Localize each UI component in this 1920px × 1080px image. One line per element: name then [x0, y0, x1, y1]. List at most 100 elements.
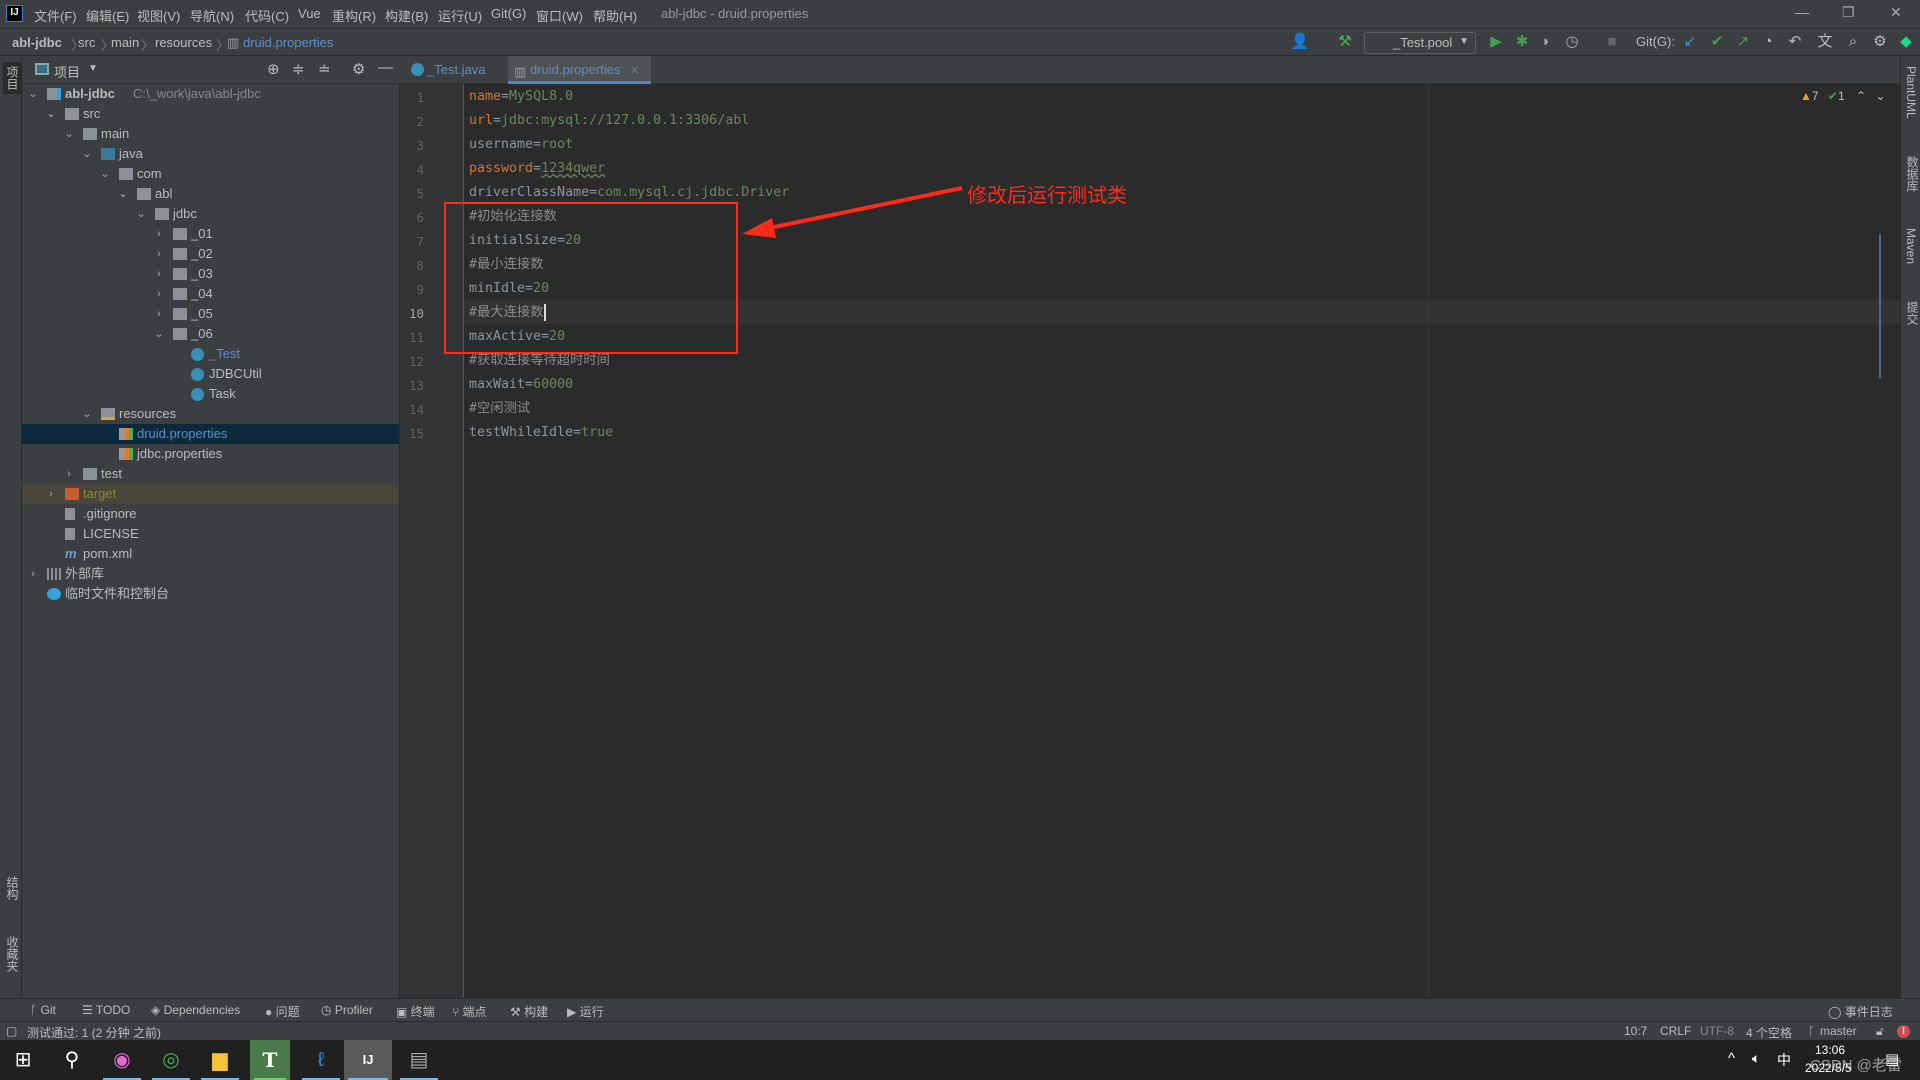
run-config-select[interactable]: _Test.pool ▼	[1364, 32, 1476, 54]
tree-item[interactable]: › 外部库	[22, 564, 399, 584]
rollback-icon[interactable]: ↶	[1785, 33, 1805, 51]
tree-item[interactable]: › _05	[22, 304, 399, 324]
breadcrumb-resources[interactable]: resources	[155, 35, 212, 50]
menu-item[interactable]: 编辑(E)	[86, 6, 129, 25]
commit-tool-button[interactable]: 提交	[1904, 301, 1920, 325]
menu-item[interactable]: 文件(F)	[34, 6, 77, 25]
expand-all-icon[interactable]: ≑	[292, 60, 305, 78]
tree-item[interactable]: › _04	[22, 284, 399, 304]
tab-test-java[interactable]: _Test.java ✕	[405, 56, 500, 105]
chevron-right-icon[interactable]: ›	[153, 224, 165, 244]
inspection-widget[interactable]: ▲7 ✔1 ⌃ ⌄	[1800, 89, 1885, 103]
menu-item[interactable]: 帮助(H)	[593, 6, 637, 25]
file-explorer-icon[interactable]: ▆	[197, 1040, 243, 1080]
indent-setting[interactable]: 4 个空格	[1746, 1024, 1792, 1041]
git-tool-button[interactable]: ᚴ Git	[30, 1003, 56, 1017]
code-line[interactable]: password=1234qwer	[469, 157, 605, 181]
database-tool-button[interactable]: 数据库	[1904, 156, 1920, 192]
chevron-down-icon[interactable]: ⌄	[153, 324, 165, 344]
code-line[interactable]: driverClassName=com.mysql.cj.jdbc.Driver	[469, 181, 789, 205]
windows-start-icon[interactable]: ⊞	[0, 1040, 46, 1080]
tree-item[interactable]: ⌄ resources	[22, 404, 399, 424]
code-line[interactable]: maxActive=20	[469, 325, 565, 349]
git-commit-icon[interactable]: ✔	[1707, 33, 1727, 51]
build-hammer-icon[interactable]: ⚒	[1335, 33, 1355, 51]
monitor-icon[interactable]: ▤	[396, 1040, 442, 1080]
menu-item[interactable]: Git(G)	[491, 6, 526, 21]
menu-item[interactable]: 运行(U)	[438, 6, 482, 25]
project-tool-button[interactable]: 项目	[3, 62, 22, 94]
menu-item[interactable]: 窗口(W)	[536, 6, 583, 25]
search-icon[interactable]: ⌕	[1843, 33, 1863, 51]
search-icon[interactable]: ⚲	[49, 1040, 95, 1080]
run-tool-button[interactable]: ▶ 运行	[567, 1003, 604, 1020]
tree-item[interactable]: › _02	[22, 244, 399, 264]
user-icon[interactable]: 👤	[1290, 33, 1310, 51]
translate-icon[interactable]: 文	[1815, 33, 1835, 51]
breadcrumb-main[interactable]: main	[111, 35, 139, 50]
tab-druid-properties[interactable]: ▥ druid.properties ✕	[508, 56, 651, 84]
prev-highlight-icon[interactable]: ⌃	[1856, 89, 1866, 103]
code-line[interactable]: testWhileIdle=true	[469, 421, 613, 445]
tree-item[interactable]: druid.properties	[22, 424, 399, 444]
problems-tool-button[interactable]: ● 问题	[265, 1003, 300, 1020]
breadcrumb-project[interactable]: abl-jdbc	[12, 35, 62, 50]
event-log-button[interactable]: ◯ 事件日志	[1828, 1003, 1893, 1020]
code-line[interactable]: username=root	[469, 133, 573, 157]
minimize-button[interactable]: —	[1795, 4, 1809, 20]
chevron-down-icon[interactable]: ⌄	[99, 164, 111, 184]
tree-item[interactable]: ⌄ _06	[22, 324, 399, 344]
menu-item[interactable]: Vue	[298, 6, 321, 21]
structure-tool-button[interactable]: 结构	[4, 876, 21, 900]
profiler-tool-button[interactable]: ◷ Profiler	[321, 1003, 373, 1017]
next-highlight-icon[interactable]: ⌄	[1875, 89, 1885, 103]
chevron-down-icon[interactable]: ⌄	[45, 104, 57, 124]
chevron-down-icon[interactable]: ⌄	[117, 184, 129, 204]
endpoints-tool-button[interactable]: ⑂ 端点	[452, 1003, 487, 1020]
tree-item[interactable]: _Test	[22, 344, 399, 364]
tree-item[interactable]: ⌄ src	[22, 104, 399, 124]
collapse-all-icon[interactable]: ≐	[318, 60, 331, 78]
git-push-icon[interactable]: ↗	[1733, 33, 1753, 51]
tree-item[interactable]: ⌄ com	[22, 164, 399, 184]
toolbox-icon[interactable]: ◆	[1896, 33, 1916, 51]
menu-item[interactable]: 视图(V)	[137, 6, 180, 25]
breadcrumb-src[interactable]: src	[78, 35, 95, 50]
menu-item[interactable]: 构建(B)	[385, 6, 428, 25]
plantuml-tool-button[interactable]: PlantUML	[1904, 66, 1918, 119]
close-tab-icon[interactable]: ✕	[630, 65, 639, 77]
git-branch[interactable]: master	[1820, 1024, 1857, 1038]
typora-icon[interactable]: T	[250, 1040, 290, 1080]
panel-settings-icon[interactable]: ⚙	[352, 60, 365, 78]
status-panel-icon[interactable]: ▢	[6, 1024, 17, 1038]
locate-file-icon[interactable]: ⊕	[267, 60, 280, 78]
chevron-right-icon[interactable]: ›	[63, 464, 75, 484]
chrome-icon[interactable]: ◎	[148, 1040, 194, 1080]
line-separator[interactable]: CRLF	[1660, 1024, 1691, 1038]
lock-icon[interactable]: 🔓︎	[1876, 1024, 1884, 1039]
code-line[interactable]: maxWait=60000	[469, 373, 573, 397]
chevron-right-icon[interactable]: ›	[27, 564, 39, 584]
browser-icon[interactable]: ◉	[99, 1040, 145, 1080]
tree-item[interactable]: 临时文件和控制台	[22, 584, 399, 604]
maven-tool-button[interactable]: Maven	[1904, 228, 1918, 264]
tree-item[interactable]: Task	[22, 384, 399, 404]
restore-button[interactable]: ❐	[1842, 4, 1855, 21]
hide-panel-icon[interactable]: —	[378, 59, 393, 76]
favorites-tool-button[interactable]: 收藏夹	[4, 936, 21, 972]
tree-item[interactable]: JDBCUtil	[22, 364, 399, 384]
chevron-right-icon[interactable]: ›	[153, 304, 165, 324]
breadcrumb-file[interactable]: druid.properties	[243, 35, 333, 50]
dependencies-tool-button[interactable]: ◈ Dependencies	[151, 1003, 240, 1017]
tree-item[interactable]: ⌄ abl	[22, 184, 399, 204]
git-update-icon[interactable]: ↙	[1680, 33, 1700, 51]
code-line[interactable]: #空闲测试	[469, 397, 530, 421]
tree-item[interactable]: .gitignore	[22, 504, 399, 524]
project-view-select[interactable]: 项目	[54, 62, 80, 81]
stop-icon[interactable]: ■	[1602, 33, 1622, 51]
run-icon[interactable]: ▶	[1486, 33, 1506, 51]
menu-item[interactable]: 代码(C)	[245, 6, 289, 25]
menu-item[interactable]: 导航(N)	[190, 6, 234, 25]
code-line[interactable]: initialSize=20	[469, 229, 581, 253]
chevron-right-icon[interactable]: ›	[153, 284, 165, 304]
